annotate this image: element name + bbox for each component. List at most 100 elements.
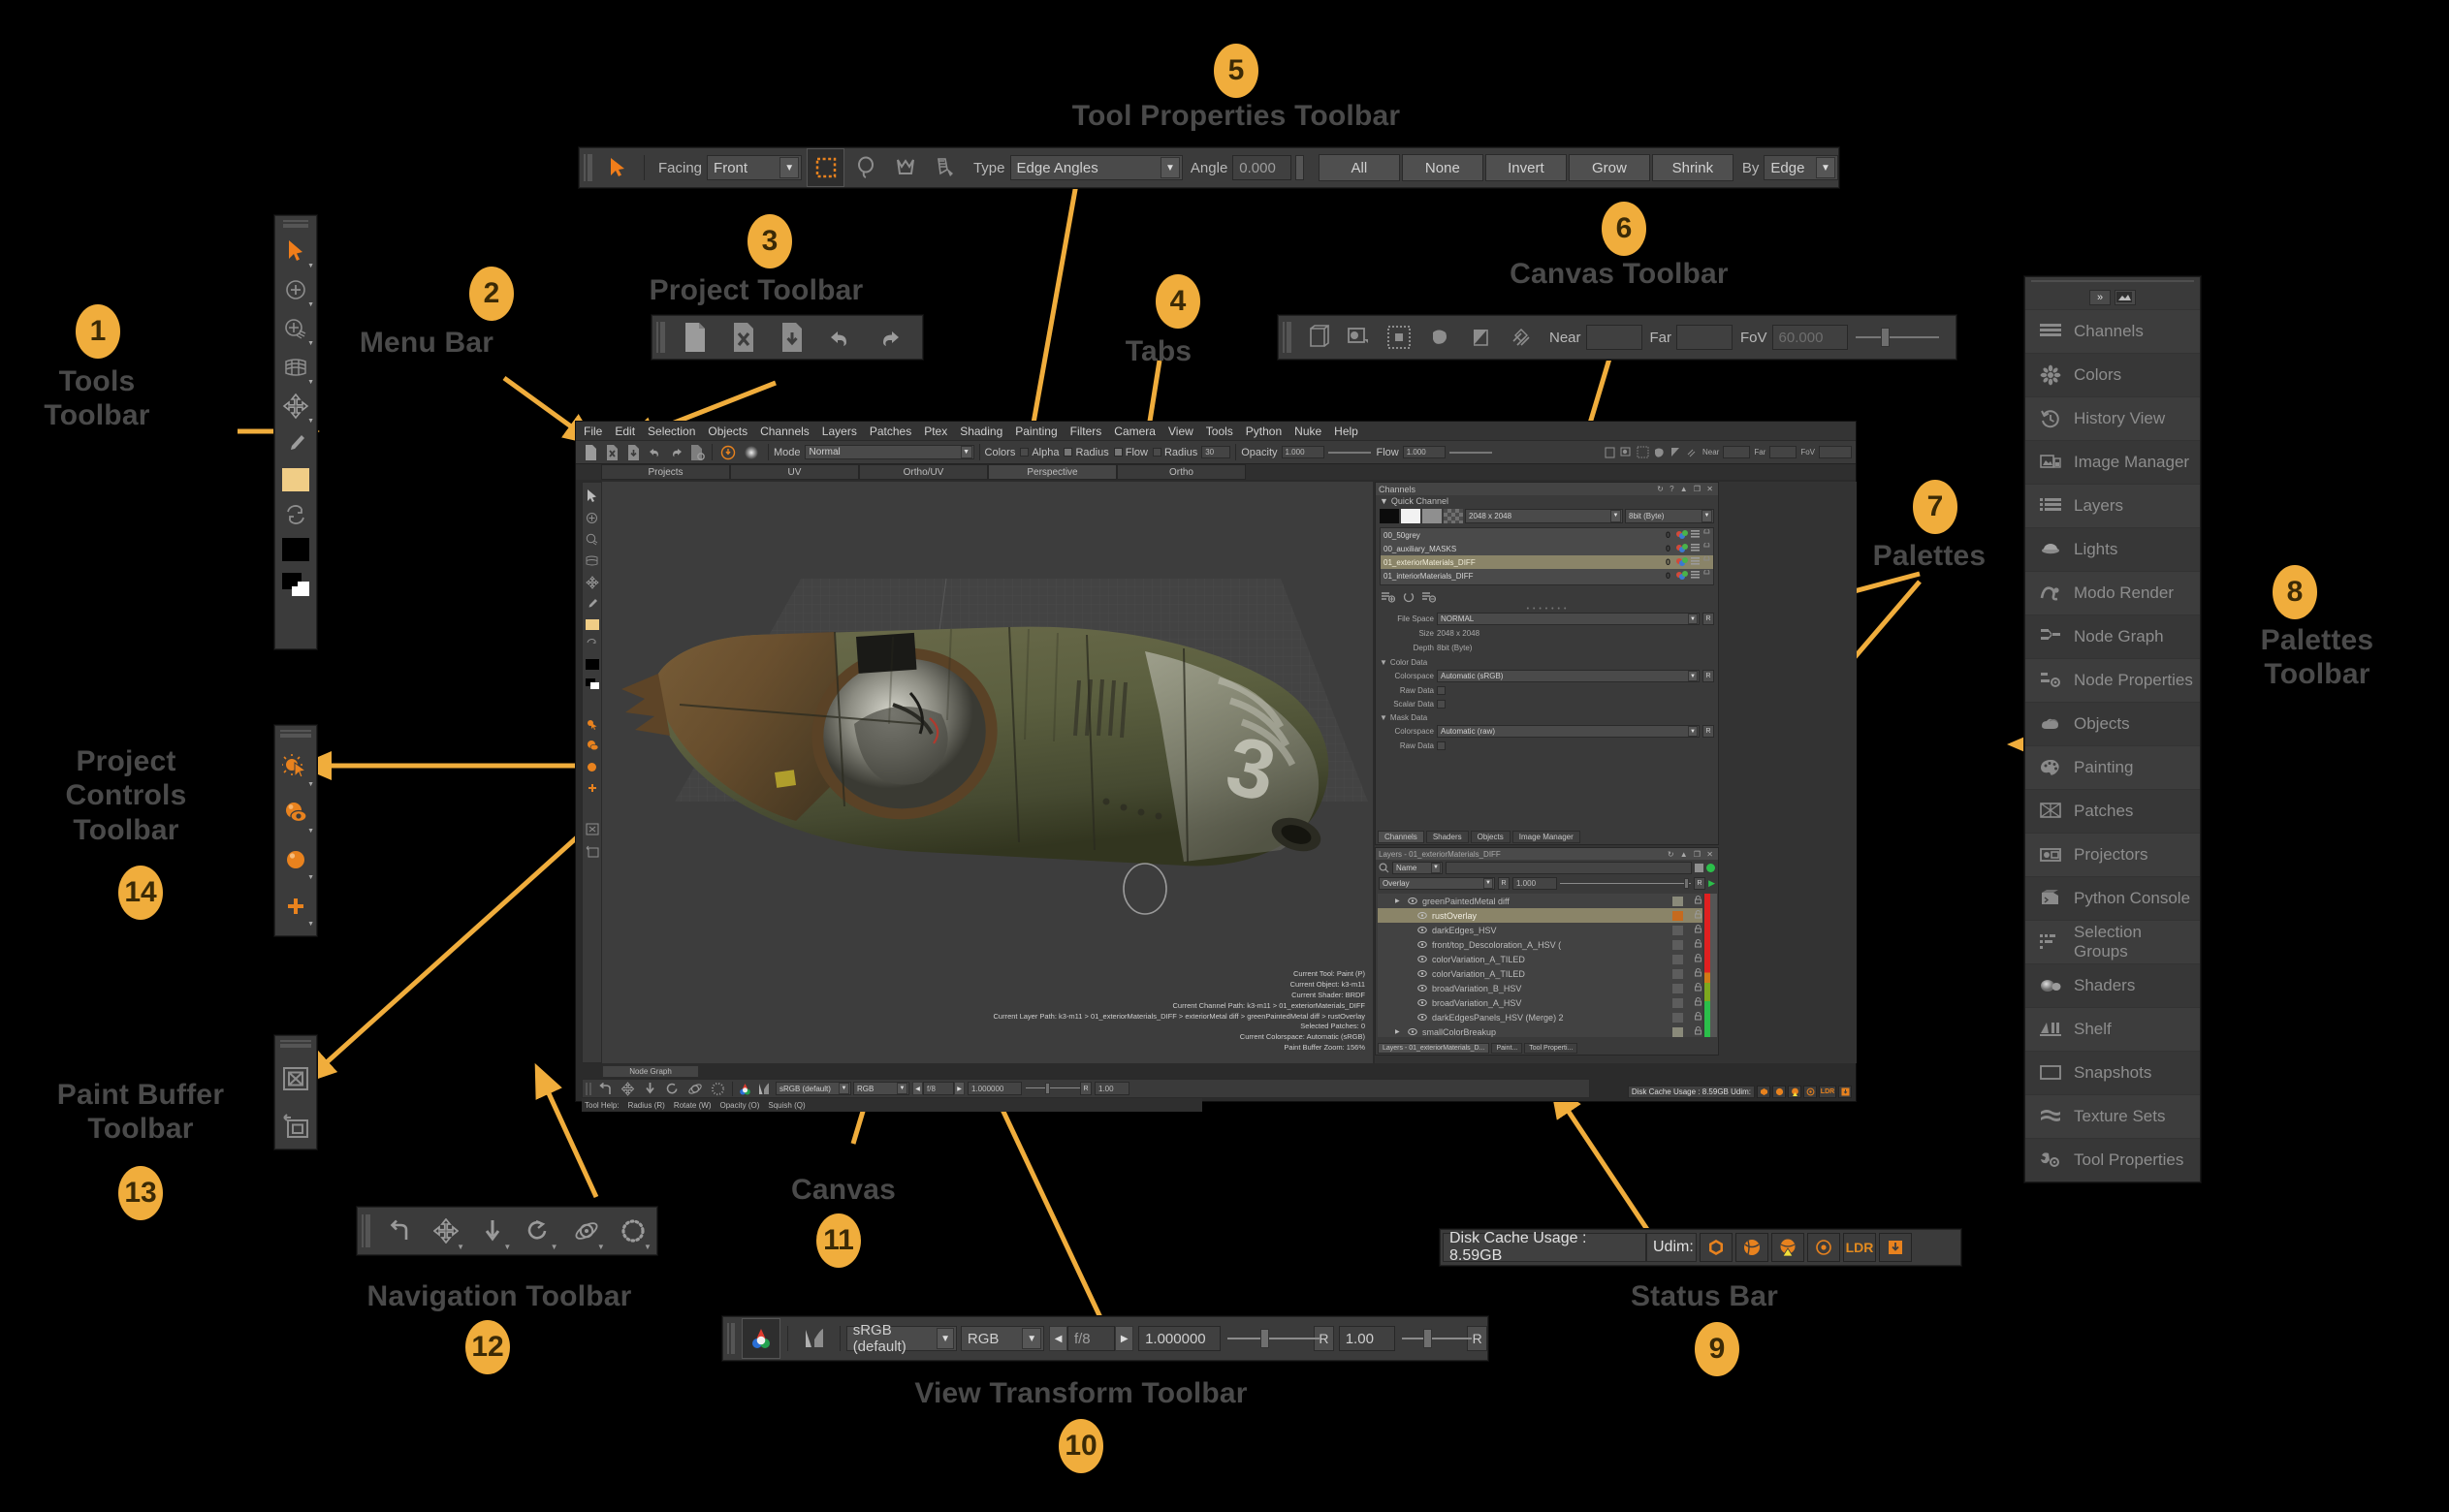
depth-select[interactable]: 8bit (Byte) ▼ — [1625, 508, 1714, 523]
dot-icon[interactable] — [1803, 1086, 1817, 1098]
file-space-row[interactable]: File Space NORMAL ▼ R — [1380, 612, 1714, 626]
swatch-transparent[interactable] — [1444, 508, 1463, 523]
aperture-value[interactable]: f/8 — [923, 1082, 954, 1095]
alpha-checkbox[interactable] — [1020, 448, 1030, 457]
menu-item-help[interactable]: Help — [1334, 425, 1358, 438]
palette-window-controls[interactable]: ↻ ? ▲ ❐ ✕ — [1657, 485, 1715, 493]
app-tools-strip[interactable] — [582, 482, 602, 1063]
chevron-down-icon[interactable]: ▼ — [307, 340, 314, 347]
menu-bar[interactable]: File Edit Selection Objects Channels Layers Pa… — [576, 422, 1856, 440]
default-colors-icon[interactable] — [585, 678, 599, 689]
colorspace-row[interactable]: Colorspace Automatic (sRGB) ▼ R — [1380, 669, 1714, 683]
scalar-data-checkbox[interactable] — [1437, 699, 1446, 709]
import-icon[interactable] — [644, 445, 665, 459]
gamma-slider[interactable] — [1402, 1326, 1473, 1351]
channels-tab-shaders[interactable]: Shaders — [1425, 831, 1469, 843]
tab-perspective[interactable]: Perspective — [988, 464, 1117, 480]
palette-item-image-manager[interactable]: Image Manager — [2025, 440, 2200, 484]
blend-mode-select[interactable]: Overlay ▼ — [1379, 876, 1495, 890]
chevron-down-icon[interactable]: ▼ — [307, 263, 314, 269]
curve-icon[interactable] — [796, 1319, 832, 1358]
menu-item-shading[interactable]: Shading — [960, 425, 1002, 438]
lock-icon[interactable] — [1694, 1012, 1702, 1023]
lock-icon[interactable] — [1694, 968, 1702, 979]
status-bar[interactable]: Disk Cache Usage : 8.59GB Udim: LDR — [1440, 1229, 1961, 1266]
palette-item-shaders[interactable]: Shaders — [2025, 963, 2200, 1007]
chevron-down-icon[interactable]: ▼ — [1380, 713, 1387, 722]
project-toolbar[interactable] — [652, 315, 923, 360]
gamma-input[interactable]: 1.00 — [1095, 1082, 1129, 1095]
palette-window-controls[interactable]: ↻ ▲ ❐ ✕ — [1668, 850, 1715, 859]
chevron-down-icon[interactable]: ▼ — [1160, 157, 1180, 178]
color-wheel-icon[interactable] — [736, 1082, 753, 1096]
lock-icon[interactable] — [1694, 939, 1702, 950]
scalar-data-row[interactable]: Scalar Data — [1380, 697, 1714, 710]
visibility-eye-icon[interactable] — [1408, 1027, 1417, 1037]
exposure-reset-button[interactable]: R — [1080, 1082, 1092, 1095]
export-icon[interactable] — [665, 445, 686, 459]
palettes-list[interactable]: Channels Colors History View Image Manager L… — [2025, 309, 2200, 1181]
layer-thumbnail[interactable] — [1672, 910, 1683, 921]
palette-item-shelf[interactable]: Shelf — [2025, 1007, 2200, 1051]
arrow-select-icon[interactable] — [600, 149, 636, 186]
undo-icon[interactable] — [378, 1210, 421, 1252]
radius2-checkbox[interactable] — [1152, 448, 1161, 457]
channel-list[interactable]: 00_50grey 0 00_auxiliary_MASKS 0 01_exterior… — [1380, 527, 1714, 585]
chevron-down-icon[interactable]: ▼ — [1431, 862, 1441, 873]
exposure-input[interactable]: 1.000000 — [968, 1082, 1022, 1095]
rotate-icon[interactable]: ▼ — [518, 1210, 560, 1252]
tab-ortho-uv[interactable]: Ortho/UV — [859, 464, 988, 480]
menu-item-python[interactable]: Python — [1246, 425, 1282, 438]
aperture-increment-button[interactable]: ▶ — [954, 1082, 965, 1095]
palette-item-python-console[interactable]: Python Console — [2025, 876, 2200, 920]
chevron-down-icon[interactable]: ▼ — [779, 157, 800, 178]
size-select[interactable]: 2048 x 2048 ▼ — [1465, 508, 1623, 523]
lasso-select-icon[interactable] — [847, 149, 883, 186]
raw-data-row[interactable]: Raw Data — [1380, 683, 1714, 697]
layer-opacity-slider[interactable] — [1560, 877, 1692, 890]
chevron-down-icon[interactable]: ▼ — [307, 921, 314, 928]
lock-icon[interactable] — [1694, 910, 1702, 921]
chevron-down-icon[interactable]: ▼ — [1702, 509, 1712, 522]
layer-thumbnail[interactable] — [1672, 896, 1683, 906]
select-all-button[interactable]: All — [1318, 154, 1400, 181]
tool-warp-grid[interactable]: ▼ — [275, 348, 316, 387]
file-space-reset-button[interactable]: R — [1702, 613, 1714, 625]
mask-colorspace-select[interactable]: Automatic (raw) ▼ — [1437, 725, 1700, 738]
visibility-eye-icon[interactable] — [1417, 955, 1427, 964]
close-project-icon[interactable] — [721, 318, 766, 357]
palette-item-projectors[interactable]: Projectors — [2025, 833, 2200, 876]
palette-item-snapshots[interactable]: Snapshots — [2025, 1051, 2200, 1094]
quick-channel-row[interactable]: 2048 x 2048 ▼ 8bit (Byte) ▼ — [1376, 507, 1718, 524]
layer-row[interactable]: broadVariation_A_HSV — [1378, 995, 1702, 1010]
menu-item-file[interactable]: File — [584, 425, 602, 438]
tool-transform-move[interactable]: ▼ — [275, 387, 316, 425]
visibility-eye-icon[interactable] — [1417, 940, 1427, 950]
paint-through-icon[interactable] — [716, 445, 740, 460]
chevron-down-icon[interactable]: ▼ — [937, 1328, 954, 1349]
layer-mask-swatch[interactable] — [1695, 863, 1703, 872]
exposure-slider[interactable] — [1026, 1082, 1080, 1095]
far-input[interactable] — [1769, 446, 1797, 458]
polygon-lasso-icon[interactable] — [888, 149, 924, 186]
channels-palette-tabs[interactable]: Channels Shaders Objects Image Manager — [1378, 831, 1580, 843]
palette-item-node-graph[interactable]: Node Graph — [2025, 614, 2200, 658]
flow-input[interactable]: 1.000 — [1402, 446, 1446, 458]
visibility-eye-icon[interactable] — [1417, 969, 1427, 979]
visibility-eye-icon[interactable] — [1417, 1013, 1427, 1023]
brush-preview-icon[interactable] — [740, 445, 763, 460]
chevron-down-icon[interactable]: ▼ — [897, 1083, 907, 1094]
layer-row[interactable]: broadVariation_B_HSV — [1378, 981, 1702, 995]
tool-properties-toolbar[interactable]: Facing Front ▼ Type Edge Angles ▼ Angle … — [579, 147, 1839, 188]
chevron-down-icon[interactable]: ▼ — [960, 446, 972, 458]
channels-tab-image-manager[interactable]: Image Manager — [1511, 831, 1580, 843]
color-swatch-background[interactable] — [275, 532, 316, 567]
select-shrink-button[interactable]: Shrink — [1651, 154, 1733, 181]
channels-select[interactable]: RGB ▼ — [853, 1082, 909, 1095]
backface-icon[interactable] — [1462, 319, 1499, 356]
layer-row[interactable]: ▶ greenPaintedMetal diff — [1378, 894, 1702, 908]
radius-input[interactable]: 30 — [1201, 446, 1231, 458]
tools-toolbar[interactable]: ▼ ▼ ▼ ▼ ▼ — [274, 215, 317, 649]
layer-scrollbar[interactable] — [1710, 894, 1717, 1037]
app-toolbar-row[interactable]: Mode Normal ▼ Colors Alpha Radius Flow R… — [576, 440, 1856, 464]
